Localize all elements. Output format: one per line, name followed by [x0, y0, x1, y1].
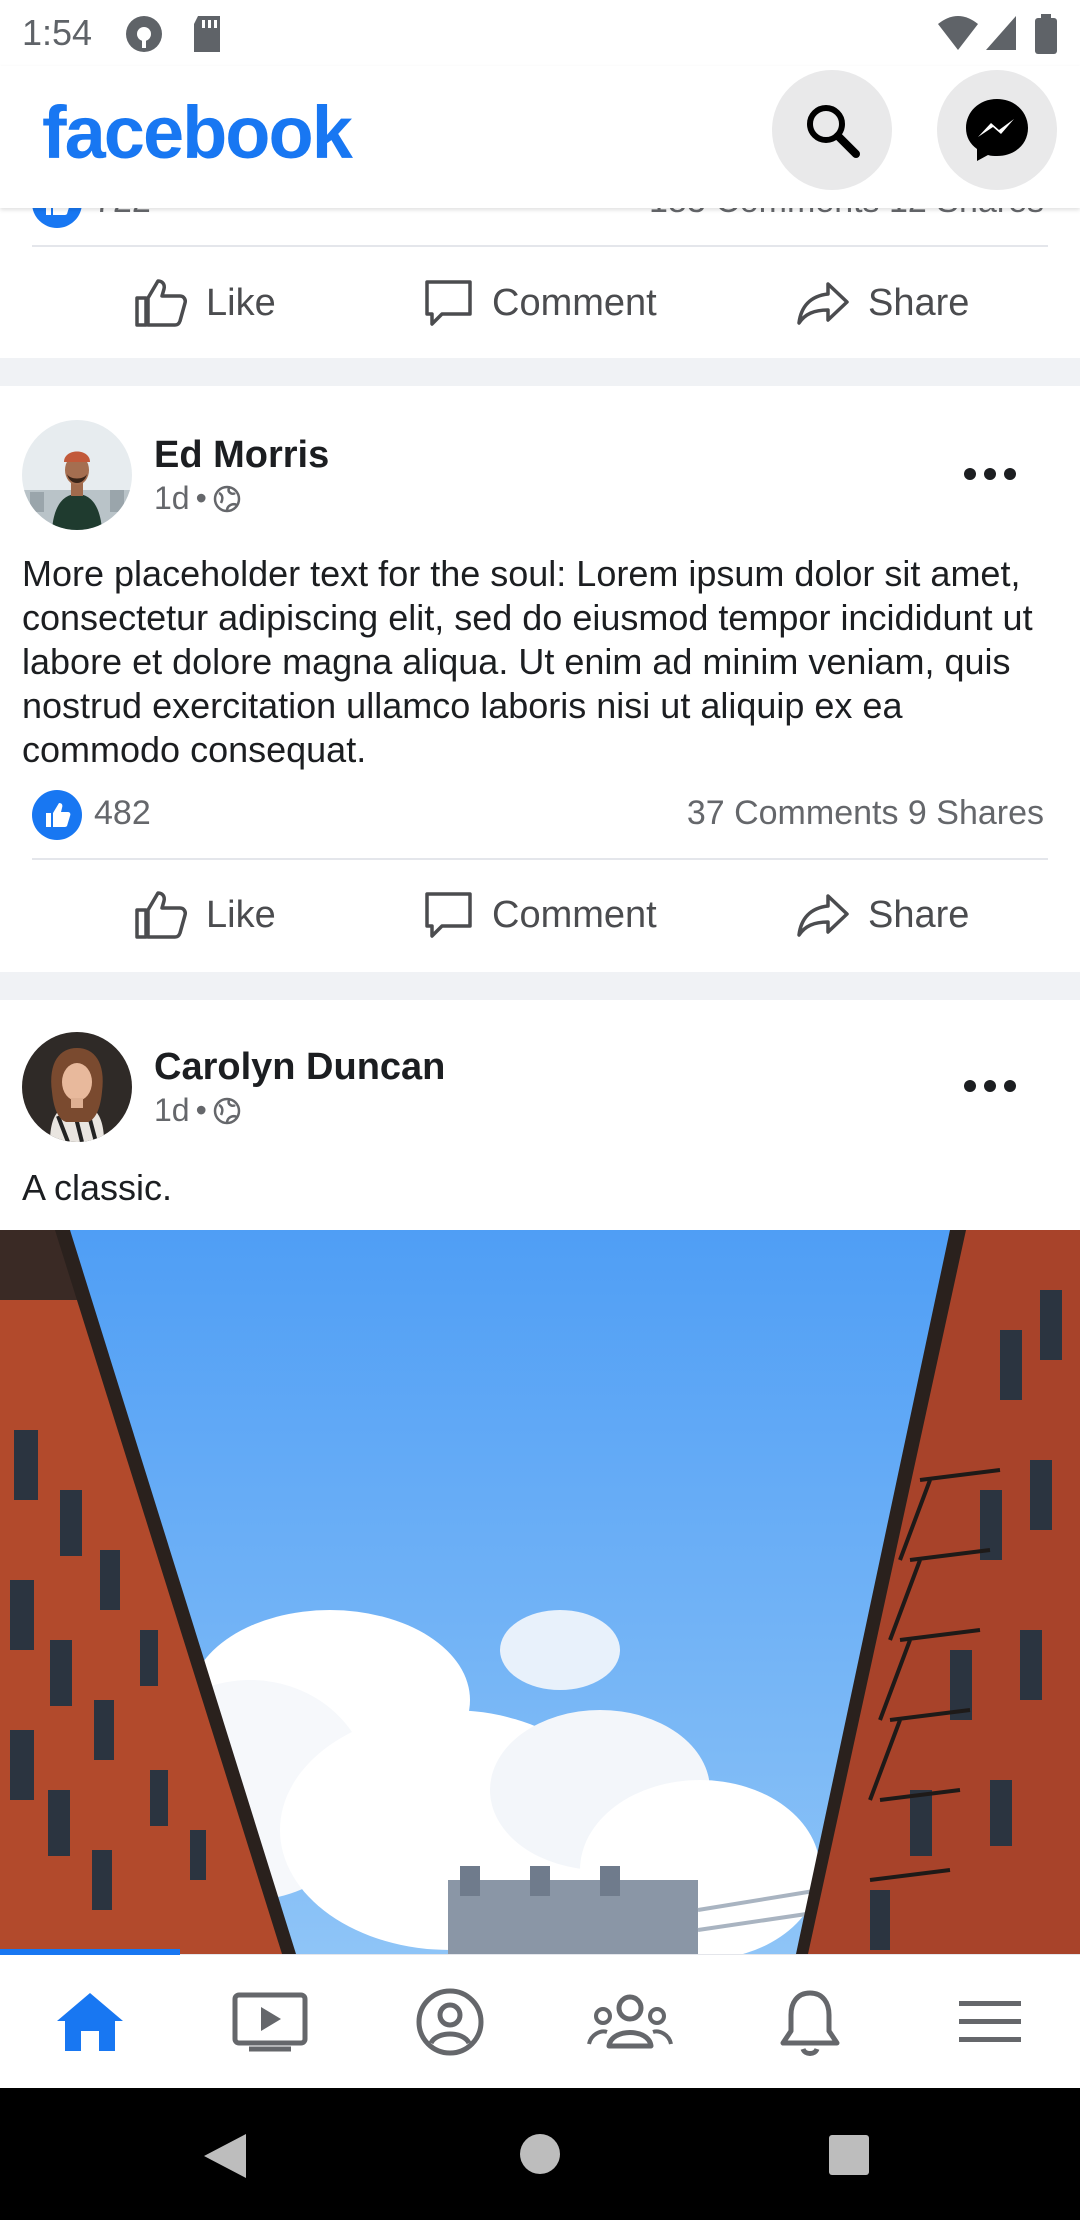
system-navigation-bar: [0, 2088, 1080, 2220]
post-author[interactable]: Carolyn Duncan: [154, 1046, 445, 1089]
bottom-navigation: [0, 1949, 1080, 2089]
notifications-icon: [780, 1990, 840, 2056]
recents-icon[interactable]: [828, 2134, 870, 2176]
thumbs-up-icon: [135, 279, 187, 327]
avatar[interactable]: [22, 420, 132, 530]
previous-post-actions: Like Comment Share: [0, 248, 1080, 358]
comments-shares-count[interactable]: 183 Comments 12 Shares: [649, 208, 1044, 221]
search-icon: [807, 105, 860, 158]
comment-button[interactable]: Comment: [424, 860, 657, 970]
post-separator: [0, 358, 1080, 386]
nav-home[interactable]: [0, 1955, 180, 2089]
back-icon[interactable]: [202, 2132, 248, 2180]
globe-icon: [213, 485, 241, 512]
avatar-photo: [22, 420, 132, 530]
share-icon: [797, 282, 849, 325]
divider: [32, 245, 1048, 247]
post-time[interactable]: 1d: [154, 1092, 190, 1129]
share-button[interactable]: Share: [796, 248, 969, 358]
status-bar: 1:54: [0, 0, 1080, 66]
like-label: Like: [206, 893, 276, 936]
post-meta: 1d •: [154, 1092, 241, 1129]
previous-post-stats: 722 183 Comments 12 Shares: [0, 208, 1080, 232]
meta-dot: •: [195, 480, 207, 516]
post-actions: Like Comment Share: [0, 860, 1080, 970]
likes-count[interactable]: 482: [94, 794, 151, 833]
likes-count[interactable]: 722: [94, 208, 151, 221]
nav-profile[interactable]: [360, 1955, 540, 2089]
post-separator: [0, 972, 1080, 1000]
share-label: Share: [868, 281, 970, 324]
signal-icon: [986, 16, 1016, 50]
like-button[interactable]: Like: [134, 860, 276, 970]
thumbs-up-icon: [135, 891, 187, 939]
app-header: facebook: [0, 66, 1080, 208]
globe-icon: [213, 1097, 241, 1124]
share-button[interactable]: Share: [796, 860, 969, 970]
comment-label: Comment: [492, 893, 657, 936]
nav-menu[interactable]: [900, 1955, 1080, 2089]
post-author[interactable]: Ed Morris: [154, 434, 329, 477]
search-button[interactable]: [772, 70, 892, 190]
share-label: Share: [868, 893, 970, 936]
wifi-icon: [938, 16, 978, 50]
comment-icon: [425, 892, 472, 938]
news-feed[interactable]: 722 183 Comments 12 Shares Like Comment …: [0, 208, 1080, 1954]
home-icon: [57, 1993, 123, 2051]
meta-dot: •: [195, 1092, 207, 1128]
avatar[interactable]: [22, 1032, 132, 1142]
like-button[interactable]: Like: [134, 248, 276, 358]
video-icon: [232, 1992, 308, 2052]
nav-video[interactable]: [180, 1955, 360, 2089]
comment-label: Comment: [492, 281, 657, 324]
facebook-logo[interactable]: facebook: [42, 90, 353, 175]
menu-icon: [959, 2001, 1021, 2042]
sd-card-icon: [194, 16, 220, 52]
like-badge-icon: [32, 790, 82, 840]
avatar-photo: [22, 1032, 132, 1142]
like-label: Like: [206, 281, 276, 324]
messenger-button[interactable]: [937, 70, 1057, 190]
post-stats: 482 37 Comments 9 Shares: [0, 788, 1080, 844]
profile-icon: [416, 1988, 484, 2056]
nav-notifications[interactable]: [720, 1955, 900, 2089]
post-meta: 1d •: [154, 480, 241, 517]
more-options-icon[interactable]: [960, 1076, 1020, 1096]
messenger-icon: [966, 99, 1028, 161]
post-text: More placeholder text for the soul: Lore…: [22, 553, 1033, 770]
pocket-casts-icon: [126, 16, 162, 52]
home-circle-icon[interactable]: [518, 2132, 562, 2176]
groups-icon: [587, 1994, 673, 2049]
comment-icon: [425, 280, 472, 326]
post-text: A classic.: [22, 1167, 173, 1208]
comments-shares-count[interactable]: 37 Comments 9 Shares: [687, 794, 1044, 833]
battery-icon: [1035, 14, 1057, 54]
like-badge-icon: [32, 208, 82, 228]
status-time: 1:54: [22, 12, 93, 53]
more-options-icon[interactable]: [960, 464, 1020, 484]
post-time[interactable]: 1d: [154, 480, 190, 517]
post-photo[interactable]: [0, 1230, 1080, 1954]
nav-groups[interactable]: [540, 1955, 720, 2089]
comment-button[interactable]: Comment: [424, 248, 657, 358]
share-icon: [797, 894, 849, 937]
